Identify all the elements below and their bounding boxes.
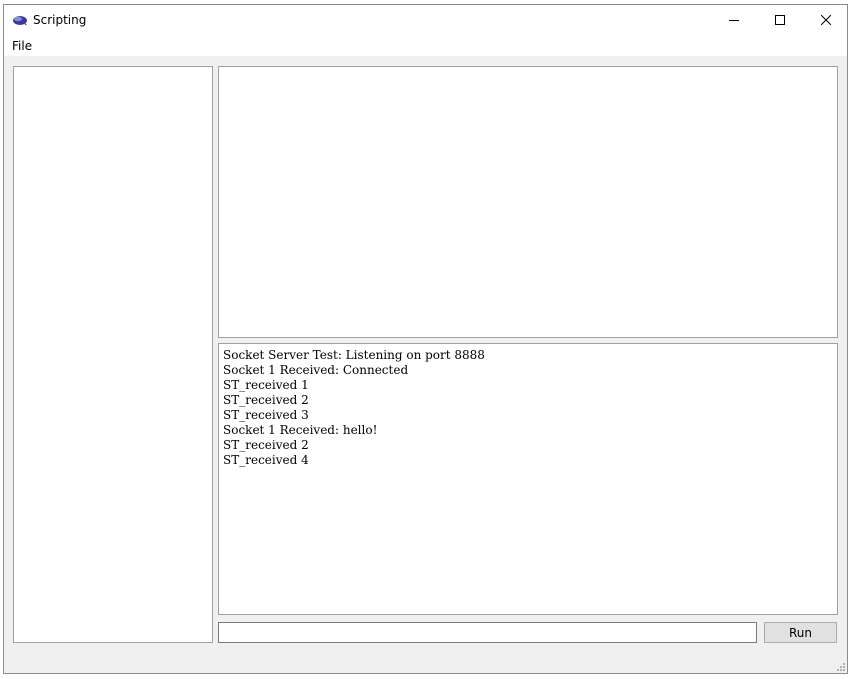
console-line: Socket Server Test: Listening on port 88… [223, 348, 485, 362]
title-bar[interactable]: Scripting [4, 5, 847, 35]
console-line: ST_received 2 [223, 393, 309, 407]
maximize-icon [775, 15, 785, 25]
resize-grip-icon[interactable] [835, 661, 845, 671]
console-line: ST_received 1 [223, 378, 309, 392]
minimize-icon [729, 20, 739, 21]
window-title: Scripting [33, 13, 87, 27]
script-editor-panel[interactable] [218, 66, 838, 338]
scripting-window: Scripting File Socket Server Test: Liste… [3, 4, 848, 674]
scripting-app-icon [13, 16, 27, 25]
run-button[interactable]: Run [764, 622, 837, 643]
close-icon [821, 15, 831, 25]
menu-file[interactable]: File [8, 37, 36, 55]
maximize-button[interactable] [757, 5, 803, 35]
close-button[interactable] [803, 5, 847, 35]
menu-bar: File [4, 35, 847, 56]
console-line: ST_received 4 [223, 453, 309, 467]
command-input[interactable] [218, 622, 757, 643]
console-line: Socket 1 Received: hello! [223, 423, 378, 437]
console-line: ST_received 2 [223, 438, 309, 452]
script-tree-panel[interactable] [13, 66, 213, 643]
console-line: ST_received 3 [223, 408, 309, 422]
console-line: Socket 1 Received: Connected [223, 363, 409, 377]
console-output[interactable]: Socket Server Test: Listening on port 88… [218, 343, 838, 615]
minimize-button[interactable] [711, 5, 757, 35]
